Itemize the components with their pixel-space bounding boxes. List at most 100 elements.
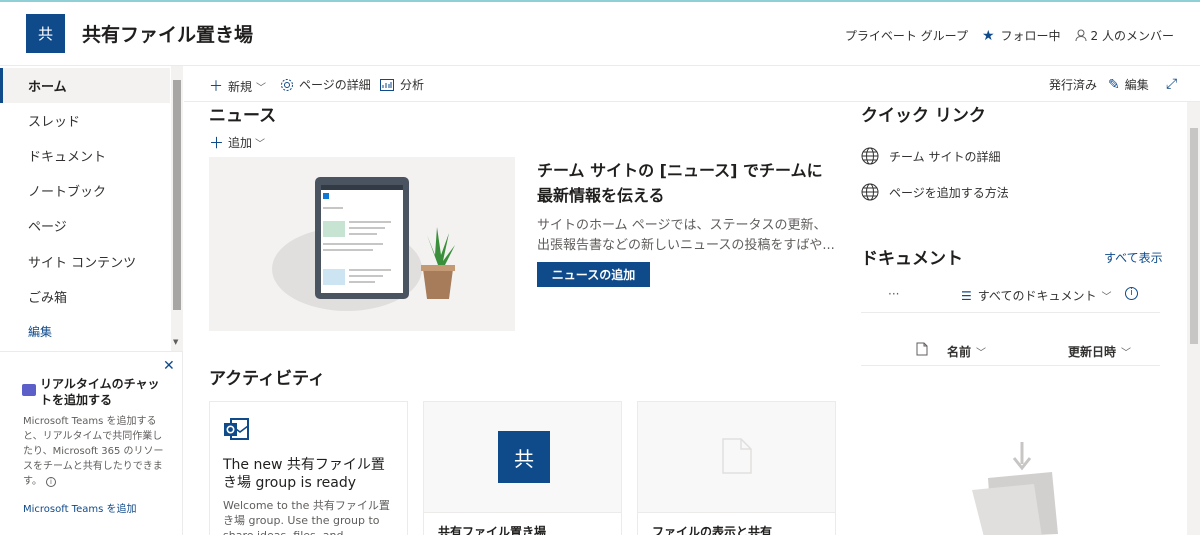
view-selector[interactable]: ☰ すべてのドキュメント ﹀: [961, 287, 1111, 304]
activity-card-footer: 共有ファイル置き場: [424, 512, 621, 535]
nav-item-recycle-bin[interactable]: ごみ箱: [0, 279, 170, 314]
column-modified[interactable]: 更新日時 ﹀: [1068, 343, 1131, 360]
edit-label: 編集: [1124, 78, 1149, 92]
header-actions: プライベート グループ ★ フォロー中 2 人のメンバー: [831, 27, 1174, 44]
add-teams-link[interactable]: Microsoft Teams を追加: [23, 500, 137, 515]
members-label: 2 人のメンバー: [1090, 29, 1174, 43]
chevron-down-icon: ﹀: [255, 139, 266, 150]
expand-icon: ⤢: [1166, 76, 1178, 92]
column-modified-label: 更新日時: [1068, 345, 1117, 359]
column-name-label: 名前: [947, 345, 972, 359]
site-logo: 共: [498, 431, 550, 483]
nav-item-site-contents[interactable]: サイト コンテンツ: [0, 244, 170, 279]
members-button[interactable]: 2 人のメンバー: [1075, 27, 1174, 44]
left-navigation: ホーム スレッド ドキュメント ノートブック ページ サイト コンテンツ ごみ箱…: [0, 66, 183, 351]
news-add-button[interactable]: ＋ 追加 ﹀: [209, 132, 265, 153]
news-title: ニュース: [209, 106, 277, 126]
info-icon[interactable]: i: [1125, 287, 1138, 300]
globe-icon: [861, 183, 879, 201]
documents-toolbar: ··· ☰ すべてのドキュメント ﹀ i: [861, 279, 1160, 313]
document-icon: [722, 438, 752, 474]
star-icon: ★: [981, 27, 995, 44]
page-details-button[interactable]: ページの詳細: [280, 76, 371, 93]
documents-table-header: 名前 ﹀ 更新日時 ﹀: [861, 334, 1160, 366]
gear-icon: [281, 78, 293, 91]
person-icon: [1075, 29, 1087, 42]
site-logo[interactable]: 共: [26, 14, 65, 53]
quicklinks-title: クイック リンク: [861, 106, 986, 126]
activity-card-footer: ファイルの表示と共有: [638, 512, 835, 535]
publish-status-label: 発行済み: [1049, 78, 1098, 92]
pencil-icon: ✎: [1108, 76, 1120, 93]
globe-icon: [861, 147, 879, 165]
new-label: 新規: [228, 79, 253, 94]
add-news-button[interactable]: ニュースの追加: [537, 262, 650, 287]
empty-folder-icon: [972, 442, 1058, 535]
quicklink-add-page[interactable]: ページを追加する方法: [861, 183, 1009, 201]
info-icon[interactable]: i: [46, 477, 56, 487]
scroll-down-icon[interactable]: ▼: [173, 338, 178, 346]
chevron-down-icon: ﹀: [976, 348, 987, 359]
nav-item-documents[interactable]: ドキュメント: [0, 138, 170, 173]
close-icon[interactable]: ✕: [163, 358, 175, 374]
quicklink-label: ページを追加する方法: [889, 185, 1009, 200]
file-type-icon: [916, 342, 928, 356]
activity-card-files[interactable]: ファイルの表示と共有: [637, 401, 836, 535]
command-bar: ＋ 新規 ﹀ ページの詳細 分析 発行済み ✎ 編集 ⤢: [184, 66, 1200, 102]
nav-scroll-thumb[interactable]: [173, 80, 181, 310]
promo-description: Microsoft Teams を追加すると、リアルタイムで共同作業したり、Mi…: [23, 414, 168, 489]
promo-description-text: Microsoft Teams を追加すると、リアルタイムで共同作業したり、Mi…: [23, 416, 164, 487]
site-title[interactable]: 共有ファイル置き場: [82, 20, 253, 47]
news-description: サイトのホーム ページでは、ステータスの更新、出張報告書などの新しいニュースの投…: [537, 218, 835, 253]
see-all-link[interactable]: すべて表示: [1104, 249, 1163, 266]
quicklink-team-site[interactable]: チーム サイトの詳細: [861, 147, 1000, 165]
analytics-label: 分析: [400, 78, 425, 92]
privacy-label: プライベート グループ: [844, 29, 968, 43]
plus-icon: ＋: [209, 79, 223, 95]
news-add-label: 追加: [228, 136, 253, 150]
edit-button[interactable]: ✎ 編集: [1108, 76, 1149, 93]
activity-card-description: Welcome to the 共有ファイル置き場 group. Use the …: [223, 499, 390, 535]
teams-promo-panel: ✕ リアルタイムのチャットを追加する Microsoft Teams を追加する…: [0, 351, 183, 535]
more-icon[interactable]: ···: [888, 287, 899, 301]
analytics-button[interactable]: 分析: [380, 76, 424, 93]
activity-title: アクティビティ: [209, 369, 326, 389]
site-header: 共 共有ファイル置き場 プライベート グループ ★ フォロー中 2 人のメンバー: [0, 2, 1200, 66]
activity-card-footer-text: ファイルの表示と共有: [652, 525, 773, 535]
column-name[interactable]: 名前 ﹀: [947, 343, 986, 360]
chevron-down-icon: ﹀: [1101, 292, 1112, 303]
page-details-label: ページの詳細: [299, 78, 371, 92]
follow-button[interactable]: ★ フォロー中: [982, 27, 1061, 44]
promo-title: リアルタイムのチャットを追加する: [40, 377, 160, 407]
nav-item-pages[interactable]: ページ: [0, 208, 170, 243]
nav-item-home[interactable]: ホーム: [0, 68, 170, 103]
news-illustration: [209, 157, 515, 331]
page-scroll-thumb[interactable]: [1190, 128, 1198, 344]
quicklink-label: チーム サイトの詳細: [889, 149, 1001, 164]
nav-item-threads[interactable]: スレッド: [0, 103, 170, 138]
view-selector-label: すべてのドキュメント: [977, 289, 1097, 303]
page-scrollbar[interactable]: [1187, 102, 1200, 535]
view-list-icon: ☰: [961, 288, 972, 303]
publish-status: 発行済み: [1049, 76, 1097, 93]
activity-card-site[interactable]: 共 共有ファイル置き場: [423, 401, 622, 535]
news-headline[interactable]: チーム サイトの [ニュース] でチームに最新情報を伝える: [537, 158, 837, 208]
nav-scrollbar[interactable]: ▼: [171, 66, 183, 351]
activity-card-group-ready[interactable]: The new 共有ファイル置き場 group is ready Welcome…: [209, 401, 408, 535]
nav-item-notebook[interactable]: ノートブック: [0, 173, 170, 208]
chevron-down-icon: ﹀: [256, 82, 267, 94]
chevron-down-icon: ﹀: [1121, 348, 1132, 359]
outlook-icon: [224, 418, 249, 440]
activity-card-footer-text: 共有ファイル置き場: [438, 525, 547, 535]
main-content: ニュース ＋ 追加 ﹀ チーム サイトの [ニュース] でチームに最新情報を伝え…: [184, 102, 1187, 535]
tablet-illustration-icon: [272, 177, 455, 311]
teams-icon: [22, 384, 36, 396]
documents-title: ドキュメント: [861, 249, 963, 269]
nav-edit-link[interactable]: 編集: [0, 314, 170, 349]
new-button[interactable]: ＋ 新規 ﹀: [209, 76, 266, 96]
analytics-icon: [380, 78, 394, 91]
expand-button[interactable]: ⤢: [1166, 76, 1182, 92]
follow-label: フォロー中: [1000, 29, 1061, 43]
activity-card-title: The new 共有ファイル置き場 group is ready: [223, 457, 385, 491]
plus-icon: ＋: [209, 134, 225, 152]
